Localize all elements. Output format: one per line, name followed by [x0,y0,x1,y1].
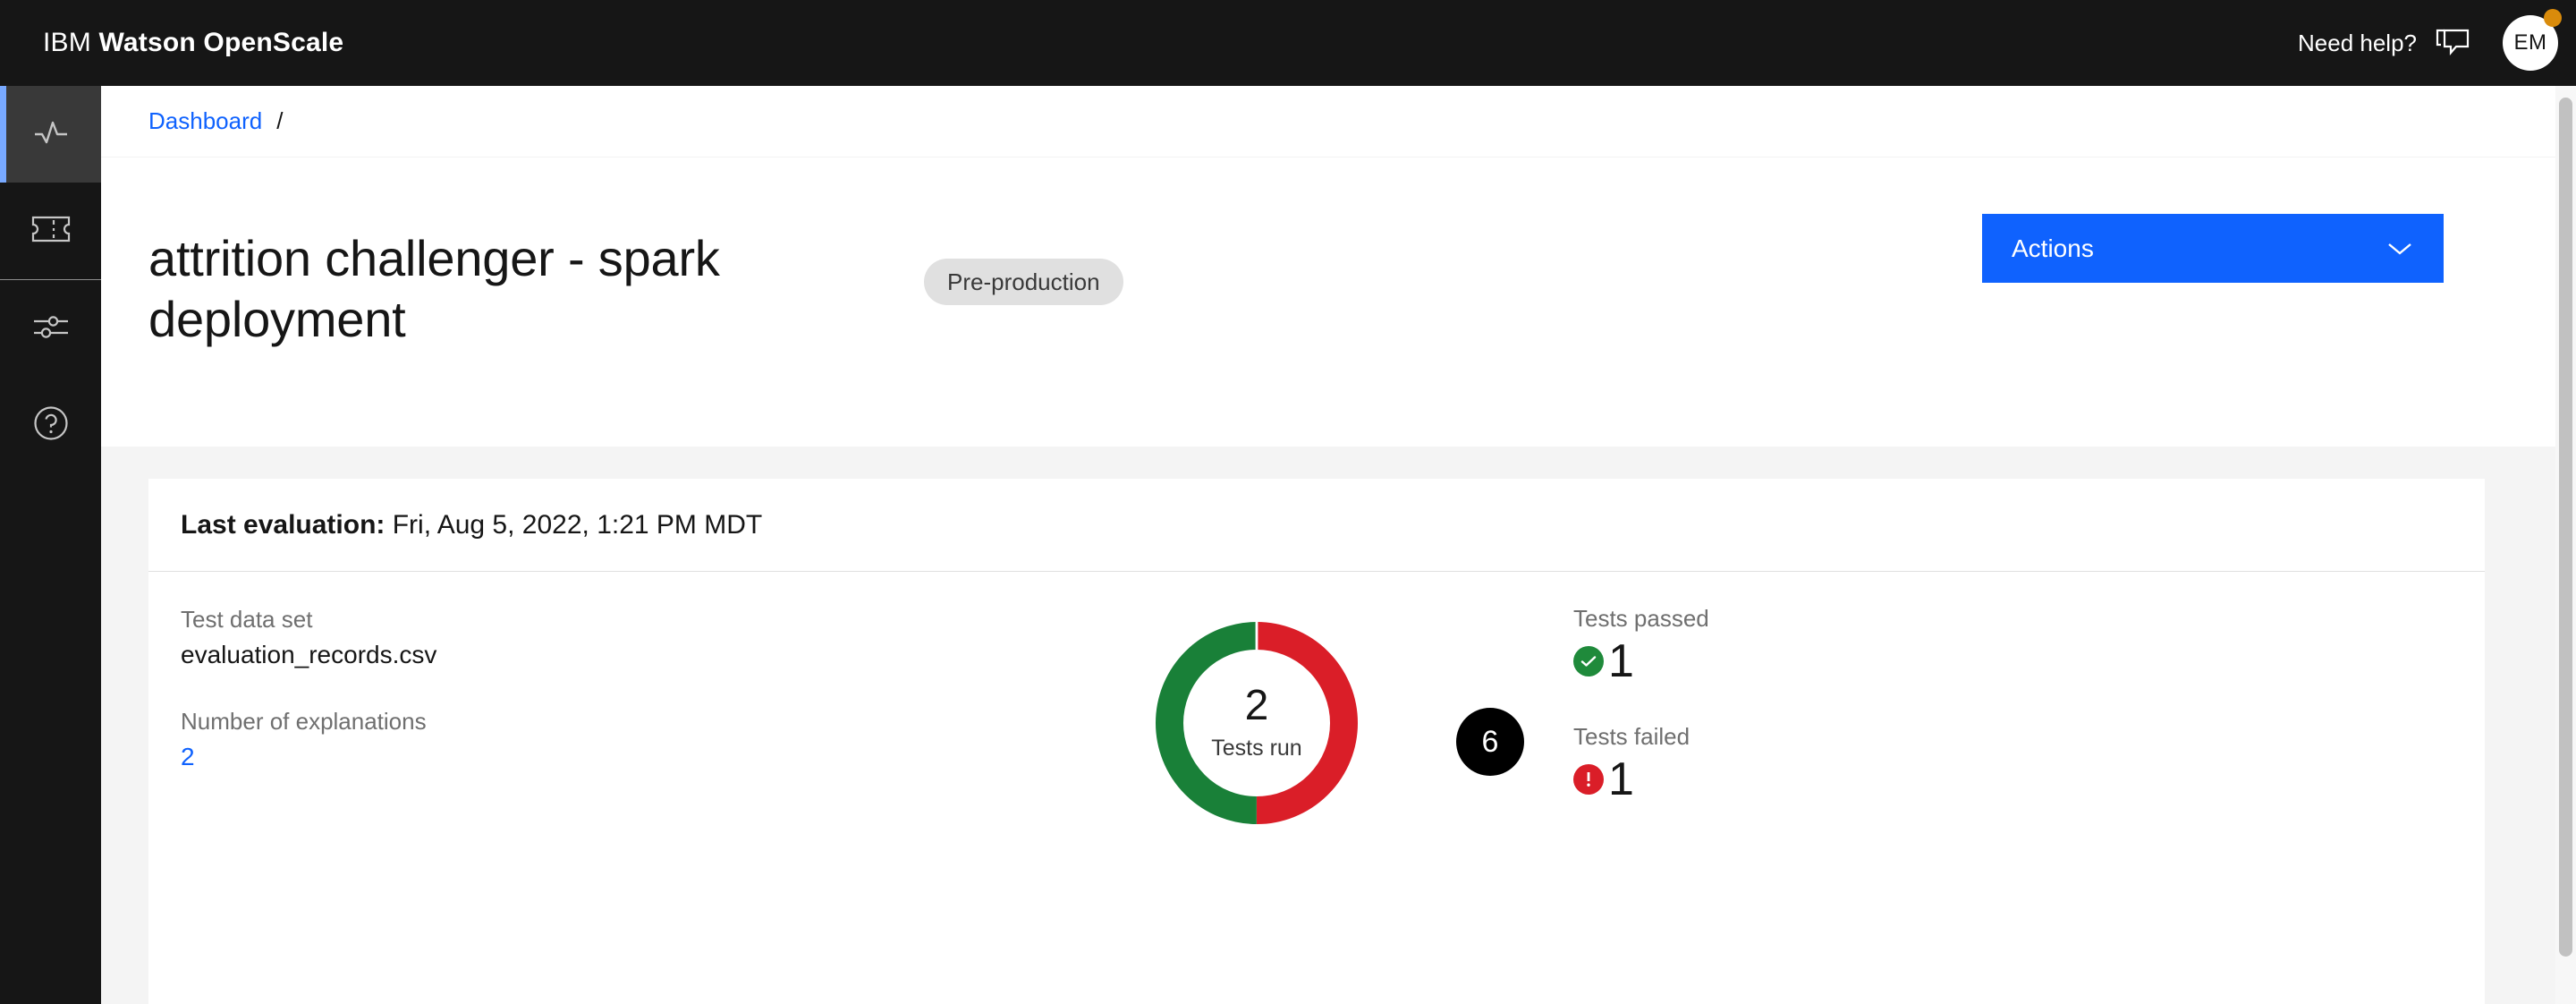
avatar-initials: EM [2513,30,2547,55]
sidebar-item-settings[interactable] [0,280,101,377]
help-circle-icon [32,404,70,447]
tests-failed-row: 1 [1573,756,2038,803]
app-brand: IBM Watson OpenScale [43,28,343,58]
card-body: Test data set evaluation_records.csv Num… [148,572,2485,1004]
actions-button-label: Actions [2012,234,2094,262]
error-filled-icon [1573,763,1604,795]
tests-failed-count: 1 [1608,753,1634,805]
chevron-down-icon [2385,240,2414,258]
explanations-group: Number of explanations 2 [181,706,682,774]
tests-passed-label: Tests passed [1573,605,1709,632]
tests-passed-row: 1 [1573,638,2038,685]
notification-dot-icon[interactable] [2544,9,2562,27]
need-help-label[interactable]: Need help? [2298,30,2417,57]
tests-failed-group: Tests failed 1 [1573,722,2038,803]
test-results-column: Tests passed 1 Tests failed 1 [1573,604,2038,840]
ticket-icon [30,214,72,249]
sliders-icon [31,311,71,346]
donut-svg [1156,620,1358,824]
breadcrumb-separator: / [276,107,284,134]
chat-bubble-icon[interactable] [2433,28,2470,58]
status-badge: Pre-production [924,259,1123,305]
explanations-label: Number of explanations [181,707,427,735]
tests-run-donut-chart: 2 Tests run [1141,608,1372,838]
scrollbar-thumb[interactable] [2559,98,2572,957]
breadcrumb: Dashboard / [101,86,2555,157]
tests-failed-label: Tests failed [1573,722,1690,750]
last-evaluation-value: Fri, Aug 5, 2022, 1:21 PM MDT [385,509,763,540]
last-evaluation-label: Last evaluation: [181,509,386,540]
checkmark-filled-icon [1573,645,1604,676]
sidebar-item-help[interactable] [0,377,101,473]
page-title: attrition challenger - spark deployment [148,230,720,348]
brand-name: Watson OpenScale [98,28,344,57]
breadcrumb-link-dashboard[interactable]: Dashboard [148,107,262,135]
test-data-set-group: Test data set evaluation_records.csv [181,604,682,672]
last-evaluation-row: Last evaluation: Fri, Aug 5, 2022, 1:21 … [148,479,2485,572]
app-header: IBM Watson OpenScale Need help? EM [0,0,2576,86]
vertical-scrollbar[interactable] [2555,86,2576,1004]
metadata-column: Test data set evaluation_records.csv Num… [181,604,682,808]
page-title-section: attrition challenger - spark deployment … [101,158,2555,447]
page-body: Last evaluation: Fri, Aug 5, 2022, 1:21 … [101,447,2555,1004]
evaluation-summary-card: Last evaluation: Fri, Aug 5, 2022, 1:21 … [148,479,2485,1004]
test-data-set-label: Test data set [181,606,313,633]
count-badge-value: 6 [1481,724,1499,759]
test-data-set-value: evaluation_records.csv [181,641,437,669]
sidebar-item-tickets[interactable] [0,183,101,279]
actions-button[interactable]: Actions [1982,214,2444,283]
header-actions: Need help? EM [2298,0,2576,86]
tests-passed-group: Tests passed 1 [1573,604,2038,685]
activity-pulse-icon [31,115,71,155]
brand-prefix: IBM [43,28,99,57]
left-nav-rail [0,86,101,1004]
tests-passed-count: 1 [1608,634,1634,687]
count-badge: 6 [1456,708,1524,776]
status-badge-label: Pre-production [947,268,1100,295]
sidebar-item-monitor[interactable] [0,86,101,183]
explanations-count-link[interactable]: 2 [181,740,195,774]
last-evaluation-text: Last evaluation: Fri, Aug 5, 2022, 1:21 … [181,510,762,540]
donut-gap [1255,620,1258,650]
